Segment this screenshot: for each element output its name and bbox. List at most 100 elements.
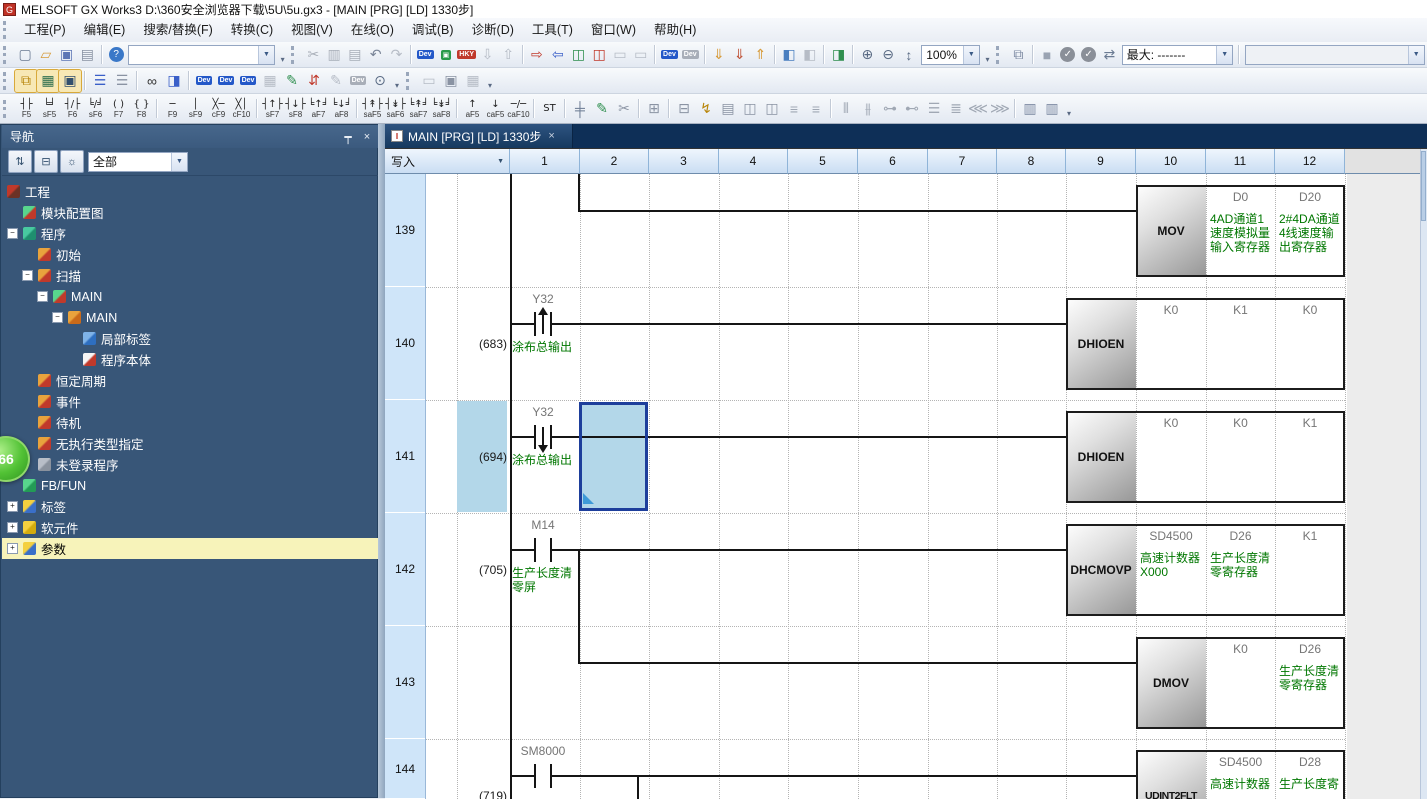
toolbar-grip[interactable]: [3, 72, 11, 90]
sidebar-item-n1[interactable]: 模块配置图: [2, 202, 378, 223]
nowrap-display-icon[interactable]: ⋙: [989, 98, 1011, 120]
ladder-symbol-saF7-button[interactable]: ╘↟╛saF7: [407, 95, 430, 122]
online-write-button-disabled[interactable]: ⇩: [477, 44, 498, 66]
monitor-1-button-disabled[interactable]: ▭: [610, 44, 631, 66]
module-configuration-button[interactable]: ▦: [37, 70, 59, 92]
open-project-button[interactable]: ▱: [35, 44, 56, 66]
unit-tool-button[interactable]: ▣: [59, 70, 81, 92]
toolbar-overflow-icon[interactable]: ▾: [1063, 98, 1075, 120]
transfer-setup-button[interactable]: ⇄: [1099, 44, 1120, 66]
instruction-block-MOV[interactable]: [1136, 185, 1345, 277]
label-edit-button[interactable]: ✎: [281, 70, 303, 92]
io-assignment-button[interactable]: ⇵: [303, 70, 325, 92]
toolbar-overflow-icon[interactable]: ▾: [982, 44, 993, 66]
ladder-symbol-cF9-button[interactable]: ╳─cF9: [207, 95, 230, 122]
watch-edit-button-disabled[interactable]: ✎: [325, 70, 347, 92]
ladder-symbol-cF10-button[interactable]: ╳│cF10: [230, 95, 253, 122]
zoom-level-combo[interactable]: 100%▼: [921, 45, 980, 65]
watch-combo[interactable]: ▼: [1245, 45, 1425, 65]
monitor-2-button-disabled[interactable]: ▭: [630, 44, 651, 66]
sidebar-item-n16[interactable]: +软元件: [2, 517, 378, 538]
insert-row-icon[interactable]: ≡: [783, 98, 805, 120]
sidebar-item-n10[interactable]: 事件: [2, 391, 378, 412]
vertical-scrollbar[interactable]: [1420, 149, 1427, 799]
device-table-button[interactable]: Dev: [215, 70, 237, 92]
device-comment-edit-button[interactable]: Dev: [415, 44, 436, 66]
ladder-symbol-caF10-button[interactable]: ─/─caF10: [507, 95, 530, 122]
collapse-icon[interactable]: −: [37, 291, 48, 302]
copy-button[interactable]: ▥: [324, 44, 345, 66]
instruction-block-DHCMOVP[interactable]: [1066, 524, 1345, 616]
instruction-block-DHIOEN[interactable]: [1066, 298, 1345, 390]
project-selector-combo[interactable]: ▼: [128, 45, 274, 65]
verify-with-plc-button[interactable]: ◫: [568, 44, 589, 66]
find-coil-icon[interactable]: ◫: [761, 98, 783, 120]
collapse-icon[interactable]: −: [22, 270, 33, 281]
undo-button[interactable]: ↶: [365, 44, 386, 66]
print-button[interactable]: ▤: [77, 44, 98, 66]
edit-line-icon[interactable]: ✎: [591, 98, 613, 120]
monitor-write-mode-button[interactable]: ◨: [828, 44, 849, 66]
zoom-out-button[interactable]: ⊖: [878, 44, 899, 66]
delete-col-icon[interactable]: ⫵: [857, 98, 879, 120]
menu-item-5[interactable]: 视图(V): [282, 19, 342, 42]
device-batch-button[interactable]: Dev: [237, 70, 259, 92]
sidebar-item-n17[interactable]: +参数: [2, 538, 378, 559]
sidebar-item-n12[interactable]: 无执行类型指定: [2, 433, 378, 454]
element-list-button[interactable]: ☰: [111, 70, 133, 92]
collapse-icon[interactable]: −: [52, 312, 63, 323]
zoom-fit-button[interactable]: ↕: [898, 44, 919, 66]
chevron-down-icon[interactable]: ▼: [1216, 46, 1232, 64]
menu-item-10[interactable]: 窗口(W): [582, 19, 645, 42]
statement-read-button[interactable]: ⇑: [750, 44, 771, 66]
list-display-icon[interactable]: ☰: [923, 98, 945, 120]
tab-main-prg[interactable]: ‖ MAIN [PRG] [LD] 1330步 ×: [385, 124, 573, 148]
toolbar-overflow-icon[interactable]: ▾: [391, 70, 403, 92]
paste-button[interactable]: ▤: [345, 44, 366, 66]
expand-icon[interactable]: +: [7, 543, 18, 554]
window-arrange-button-disabled[interactable]: ▦: [462, 70, 484, 92]
nav-settings-button[interactable]: ☼: [60, 150, 84, 173]
sidebar-item-n7[interactable]: 局部标签: [2, 328, 378, 349]
tab-close-icon[interactable]: ×: [548, 130, 554, 142]
menu-item-8[interactable]: 诊断(D): [463, 19, 523, 42]
menu-item-6[interactable]: 在线(O): [342, 19, 403, 42]
read-from-plc-button[interactable]: ⇦: [547, 44, 568, 66]
device-search-dropdown[interactable]: ⊙: [369, 70, 391, 92]
sidebar-item-MAIN[interactable]: −MAIN: [2, 286, 378, 307]
device-display-on-button[interactable]: Dev: [659, 44, 680, 66]
sidebar-item-n4[interactable]: −扫描: [2, 265, 378, 286]
monitor-stop-button-disabled[interactable]: ◧: [800, 44, 821, 66]
sidebar-item-n11[interactable]: 待机: [2, 412, 378, 433]
ladder-symbol-sF5-button[interactable]: ╘╛sF5: [38, 95, 61, 122]
sidebar-item-n3[interactable]: 初始: [2, 244, 378, 265]
ladder-symbol-F9-button[interactable]: ─F9: [161, 95, 184, 122]
device-find-dropdown[interactable]: Dev: [193, 70, 215, 92]
chevron-down-icon[interactable]: ▼: [171, 153, 187, 171]
delete-line-icon[interactable]: ✂: [613, 98, 635, 120]
sidebar-item-n13[interactable]: 未登录程序: [2, 454, 378, 475]
device-display-dropdown[interactable]: Dev: [347, 70, 369, 92]
menubar-grip[interactable]: [3, 21, 11, 39]
sidebar-item-n2[interactable]: −程序: [2, 223, 378, 244]
toolbar-grip[interactable]: [3, 46, 11, 64]
tree-collapse-button[interactable]: ⊟: [34, 150, 58, 173]
ladder-symbol-sF7-button[interactable]: ┤↑├sF7: [261, 95, 284, 122]
write-to-plc-button[interactable]: ⇨: [527, 44, 548, 66]
ladder-symbol-F5-button[interactable]: ┤├F5: [15, 95, 38, 122]
sidebar-item-n15[interactable]: +标签: [2, 496, 378, 517]
ladder-symbol-aF8-button[interactable]: ╘↓╛aF8: [330, 95, 353, 122]
window-cascade-button[interactable]: ▣: [440, 70, 462, 92]
mode-cell[interactable]: 写入▼: [385, 149, 510, 174]
zoom-in-button[interactable]: ⊕: [857, 44, 878, 66]
device-jump-2-icon[interactable]: ⊷: [901, 98, 923, 120]
ladder-symbol-sF6-button[interactable]: ╘/╛sF6: [84, 95, 107, 122]
toolbar-overflow-icon[interactable]: ▾: [277, 44, 288, 66]
sidebar-item-n0[interactable]: 工程: [2, 181, 378, 202]
tree-sort-button[interactable]: ⇅: [8, 150, 32, 173]
ok-check-1-button[interactable]: ✓: [1057, 44, 1078, 66]
max-steps-combo[interactable]: 最大: -------▼: [1122, 45, 1234, 65]
collapse-icon[interactable]: −: [7, 228, 18, 239]
find-replace-window-button[interactable]: ◨: [163, 70, 185, 92]
toolbar-grip[interactable]: [291, 46, 299, 64]
